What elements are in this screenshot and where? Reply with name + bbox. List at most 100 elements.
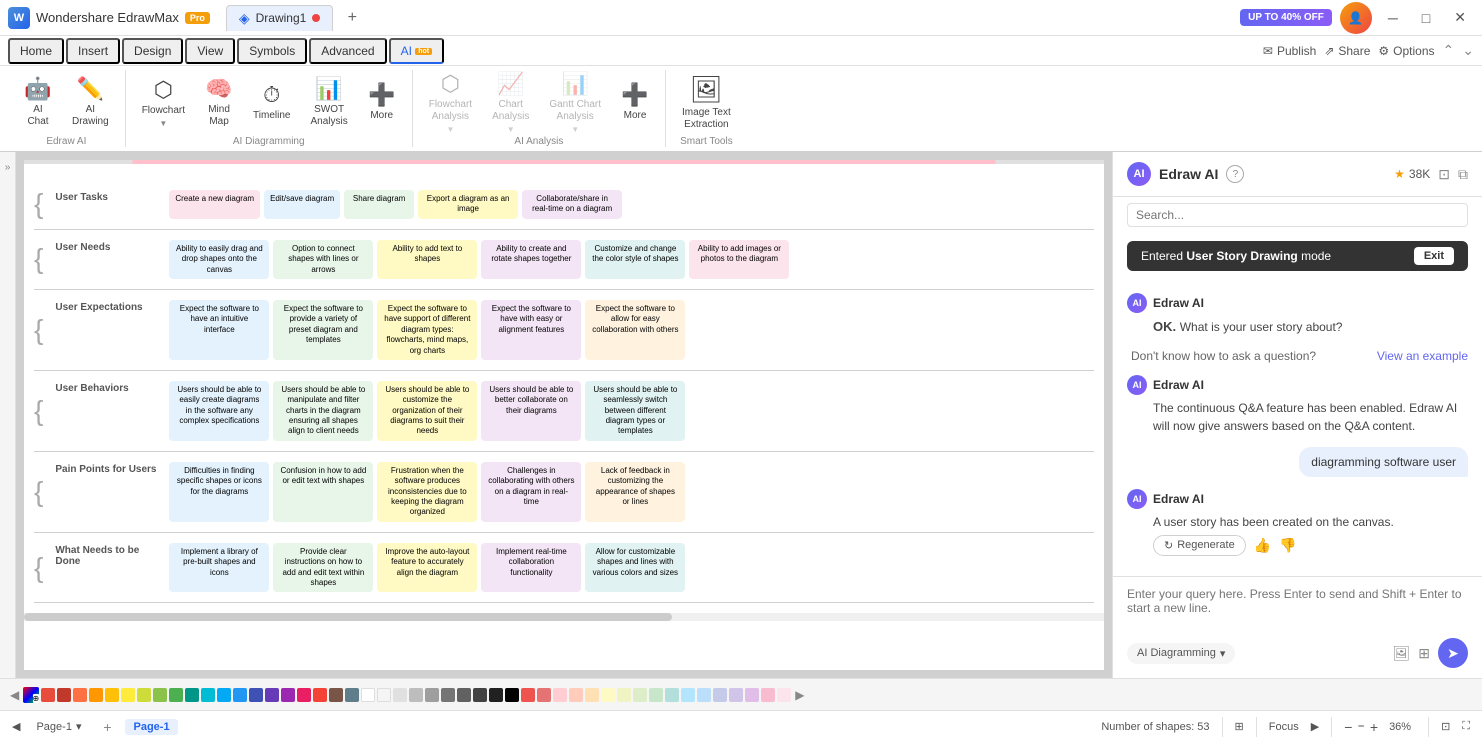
sidebar-collapse-button[interactable]: » <box>0 152 16 678</box>
color-swatch-paleorange[interactable] <box>569 688 583 702</box>
ai-search-input[interactable] <box>1127 203 1468 227</box>
color-palette-icon[interactable]: ⊕ <box>23 687 39 703</box>
color-swatch-lightgreen[interactable] <box>153 688 167 702</box>
zoom-out-button[interactable]: − <box>1344 719 1352 735</box>
color-swatch-palemint[interactable] <box>649 688 663 702</box>
ribbon-mind-map[interactable]: 🧠 MindMap <box>197 74 241 130</box>
ribbon-image-extraction[interactable]: 🖼 Image TextExtraction <box>674 74 739 130</box>
fit-page-icon[interactable]: ⊡ <box>1441 720 1450 733</box>
close-button[interactable]: ✕ <box>1446 7 1474 28</box>
card-add-text[interactable]: Ability to add text to shapes <box>377 240 477 279</box>
color-swatch-palelime[interactable] <box>617 688 631 702</box>
color-swatch-orange[interactable] <box>89 688 103 702</box>
card-switch-templates[interactable]: Users should be able to seamlessly switc… <box>585 381 685 441</box>
color-swatch-lightred[interactable] <box>537 688 551 702</box>
color-swatch-salmon[interactable] <box>73 688 87 702</box>
color-swatch-palerosy[interactable] <box>777 688 791 702</box>
ribbon-ai-drawing[interactable]: ✏️ AIDrawing <box>64 74 117 130</box>
card-inconsistencies[interactable]: Frustration when the software produces i… <box>377 462 477 522</box>
card-alignment[interactable]: Expect the software to have with easy or… <box>481 300 581 360</box>
card-collab-challenges[interactable]: Challenges in collaborating with others … <box>481 462 581 522</box>
color-swatch-palered[interactable] <box>553 688 567 702</box>
color-swatch-cyan[interactable] <box>201 688 215 702</box>
menu-advanced[interactable]: Advanced <box>309 38 386 64</box>
color-swatch-bluegrey[interactable] <box>345 688 359 702</box>
ribbon-flowchart[interactable]: ⬡ Flowchart ▼ <box>134 74 193 130</box>
card-add-images[interactable]: Ability to add images or photos to the d… <box>689 240 789 279</box>
menu-insert[interactable]: Insert <box>66 38 120 64</box>
color-swatch-medgrey[interactable] <box>425 688 439 702</box>
color-swatch-indigo[interactable] <box>249 688 263 702</box>
page-tab-1[interactable]: Page-1 ▾ <box>28 718 89 735</box>
canvas-scrollbar[interactable] <box>24 613 1104 621</box>
card-create-diagrams[interactable]: Users should be able to easily create di… <box>169 381 269 441</box>
document-tab[interactable]: ◈ Drawing1 <box>226 5 333 31</box>
color-swatch-palepink[interactable] <box>761 688 775 702</box>
color-swatch-paleyellow[interactable] <box>585 688 599 702</box>
color-swatch-lime[interactable] <box>137 688 151 702</box>
format-button[interactable]: ⊞ <box>1418 645 1430 662</box>
color-swatch-red2[interactable] <box>313 688 327 702</box>
color-swatch-green[interactable] <box>169 688 183 702</box>
card-auto-layout[interactable]: Improve the auto-layout feature to accur… <box>377 543 477 593</box>
view-example-link[interactable]: View an example <box>1377 349 1468 363</box>
color-swatch-darkergrey[interactable] <box>457 688 471 702</box>
card-manipulate[interactable]: Users should be able to manipulate and f… <box>273 381 373 441</box>
card-edit-diagram[interactable]: Edit/save diagram <box>264 190 340 219</box>
color-swatch-paleblue[interactable] <box>681 688 695 702</box>
canvas-background[interactable]: { User Tasks Create a new diagram Edit/s… <box>16 152 1112 678</box>
card-color-style[interactable]: Customize and change the color style of … <box>585 240 685 279</box>
canvas-scroll-thumb[interactable] <box>24 613 672 621</box>
card-collaborate[interactable]: Collaborate/share in real-time on a diag… <box>522 190 622 219</box>
card-collaborate-diagrams[interactable]: Users should be able to better collabora… <box>481 381 581 441</box>
color-swatch-paleteal[interactable] <box>665 688 679 702</box>
ai-input-field[interactable] <box>1127 587 1468 627</box>
color-swatch-offwhite[interactable] <box>377 688 391 702</box>
regenerate-button[interactable]: ↻ Regenerate <box>1153 535 1246 556</box>
ribbon-ai-chat[interactable]: 🤖 AIChat <box>16 74 60 130</box>
card-templates[interactable]: Expect the software to provide a variety… <box>273 300 373 360</box>
color-swatch-nearblack[interactable] <box>489 688 503 702</box>
color-swatch-palegreen[interactable] <box>633 688 647 702</box>
menu-design[interactable]: Design <box>122 38 183 64</box>
ribbon-more-1[interactable]: ➕ More <box>360 74 404 130</box>
card-customize-org[interactable]: Users should be able to customize the or… <box>377 381 477 441</box>
color-swatch-pink[interactable] <box>297 688 311 702</box>
color-swatch-palecornflower[interactable] <box>697 688 711 702</box>
ribbon-more-2[interactable]: ➕ More <box>613 74 657 130</box>
card-create-diagram[interactable]: Create a new diagram <box>169 190 260 219</box>
color-swatch-lightgrey[interactable] <box>393 688 407 702</box>
maximize-button[interactable]: □ <box>1414 8 1438 28</box>
color-swatch-lightblue[interactable] <box>217 688 231 702</box>
thumbs-down-button[interactable]: 👎 <box>1279 537 1296 554</box>
publish-button[interactable]: ✉ Publish <box>1263 44 1316 58</box>
discount-badge[interactable]: UP TO 40% OFF <box>1240 9 1332 26</box>
color-swatch-teal[interactable] <box>185 688 199 702</box>
color-swatch-darkred[interactable] <box>57 688 71 702</box>
ribbon-swot[interactable]: 📊 SWOTAnalysis <box>302 74 355 130</box>
color-swatch-palepurple[interactable] <box>745 688 759 702</box>
add-page-button[interactable]: + <box>97 717 117 737</box>
color-swatch-red[interactable] <box>41 688 55 702</box>
color-swatch-red3[interactable] <box>521 688 535 702</box>
color-swatch-black[interactable] <box>505 688 519 702</box>
color-swatch-amber[interactable] <box>105 688 119 702</box>
card-intuitive[interactable]: Expect the software to have an intuitive… <box>169 300 269 360</box>
card-customizable-shapes[interactable]: Allow for customizable shapes and lines … <box>585 543 685 593</box>
ribbon-timeline[interactable]: ⏱ Timeline <box>245 74 298 130</box>
color-swatch-darkgrey[interactable] <box>441 688 455 702</box>
card-finding-shapes[interactable]: Difficulties in finding specific shapes … <box>169 462 269 522</box>
full-screen-icon[interactable]: ⛶ <box>1462 720 1470 733</box>
color-swatch-paleviolet[interactable] <box>729 688 743 702</box>
menu-ai[interactable]: AI hot <box>389 38 445 64</box>
card-add-edit-text[interactable]: Confusion in how to add or edit text wit… <box>273 462 373 522</box>
canvas-area[interactable]: { User Tasks Create a new diagram Edit/s… <box>16 152 1482 678</box>
image-upload-button[interactable]: 🖼 <box>1392 645 1410 662</box>
minimize-button[interactable]: ─ <box>1380 8 1406 28</box>
card-rotate-shapes[interactable]: Ability to create and rotate shapes toge… <box>481 240 581 279</box>
play-icon[interactable]: ▶ <box>1311 720 1319 733</box>
user-avatar[interactable]: 👤 <box>1340 2 1372 34</box>
color-swatch-brown[interactable] <box>329 688 343 702</box>
card-collab-expect[interactable]: Expect the software to allow for easy co… <box>585 300 685 360</box>
color-swatch-yellow[interactable] <box>121 688 135 702</box>
